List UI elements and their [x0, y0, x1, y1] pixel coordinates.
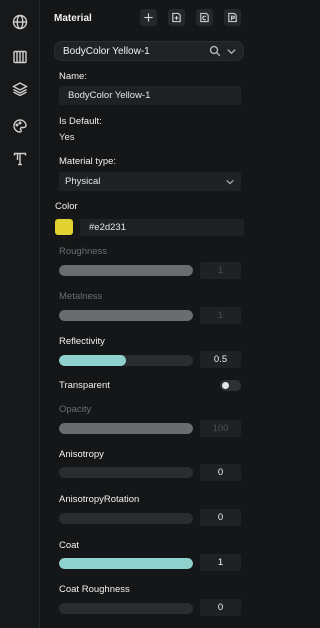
typography-icon[interactable] [8, 147, 32, 171]
opacity-label: Opacity [59, 404, 92, 415]
toggle-knob [222, 382, 229, 389]
slider-fill [59, 310, 193, 321]
material-type-select[interactable]: Physical [59, 172, 241, 191]
slider-fill [59, 265, 193, 276]
is-default-value: Yes [59, 132, 75, 143]
new-material-button[interactable] [168, 9, 185, 26]
coat-roughness-label: Coat Roughness [59, 584, 130, 595]
color-label: Color [55, 201, 78, 212]
name-field[interactable]: BodyColor Yellow-1 [59, 86, 241, 105]
reflectivity-slider[interactable] [59, 355, 193, 366]
anisotropy-slider[interactable] [59, 467, 193, 478]
roughness-label: Roughness [59, 246, 108, 257]
anisotropy-value[interactable]: 0 [200, 464, 241, 481]
slider-fill [59, 423, 193, 434]
anisotropy-label: Anisotropy [59, 449, 104, 460]
anisotropy-rotation-value[interactable]: 0 [200, 509, 241, 526]
reflectivity-value[interactable]: 0.5 [200, 351, 241, 368]
coat-label: Coat [59, 540, 80, 551]
slider-fill [59, 558, 193, 569]
coat-value[interactable]: 1 [200, 554, 241, 571]
globe-icon[interactable] [8, 10, 32, 34]
panel-title: Material [54, 12, 92, 24]
add-button[interactable] [140, 9, 157, 26]
color-swatch[interactable] [55, 219, 73, 235]
opacity-slider[interactable] [59, 423, 193, 434]
transparent-label: Transparent [59, 380, 110, 391]
material-selector[interactable]: BodyColor Yellow-1 [54, 41, 244, 61]
coat-slider[interactable] [59, 558, 193, 569]
material-panel: Material BodyColor Yellow-1 Name: BodyCo… [41, 0, 265, 628]
paste-material-button[interactable] [224, 9, 241, 26]
metalness-value[interactable]: 1 [200, 307, 241, 324]
new-material-icon [172, 12, 181, 23]
layers-icon[interactable] [8, 77, 32, 101]
metalness-slider[interactable] [59, 310, 193, 321]
is-default-label: Is Default: [59, 116, 102, 127]
color-hex-field[interactable]: #e2d231 [80, 219, 244, 236]
palette-icon[interactable] [8, 114, 32, 138]
roughness-value[interactable]: 1 [200, 262, 241, 279]
transparent-toggle[interactable] [220, 380, 241, 391]
anisotropy-rotation-slider[interactable] [59, 513, 193, 524]
panel-header: Material [54, 9, 254, 27]
opacity-value[interactable]: 100 [200, 420, 241, 437]
metalness-label: Metalness [59, 291, 103, 302]
tool-rail [0, 0, 40, 628]
add-icon [144, 13, 153, 22]
coat-roughness-slider[interactable] [59, 603, 193, 614]
copy-material-button[interactable] [196, 9, 213, 26]
chevron-down-icon[interactable] [226, 46, 237, 57]
search-icon[interactable] [209, 45, 221, 57]
texture-icon[interactable] [8, 45, 32, 69]
chevron-down-icon [226, 179, 234, 185]
name-label: Name: [59, 71, 87, 82]
paste-material-icon [228, 12, 237, 23]
coat-roughness-value[interactable]: 0 [200, 599, 241, 616]
material-selector-value: BodyColor Yellow-1 [63, 45, 150, 57]
material-type-value: Physical [65, 176, 101, 187]
slider-fill [59, 355, 126, 366]
anisotropy-rotation-label: AnisotropyRotation [59, 494, 140, 505]
copy-material-icon [200, 12, 209, 23]
roughness-slider[interactable] [59, 265, 193, 276]
material-type-label: Material type: [59, 156, 117, 167]
reflectivity-label: Reflectivity [59, 336, 105, 347]
